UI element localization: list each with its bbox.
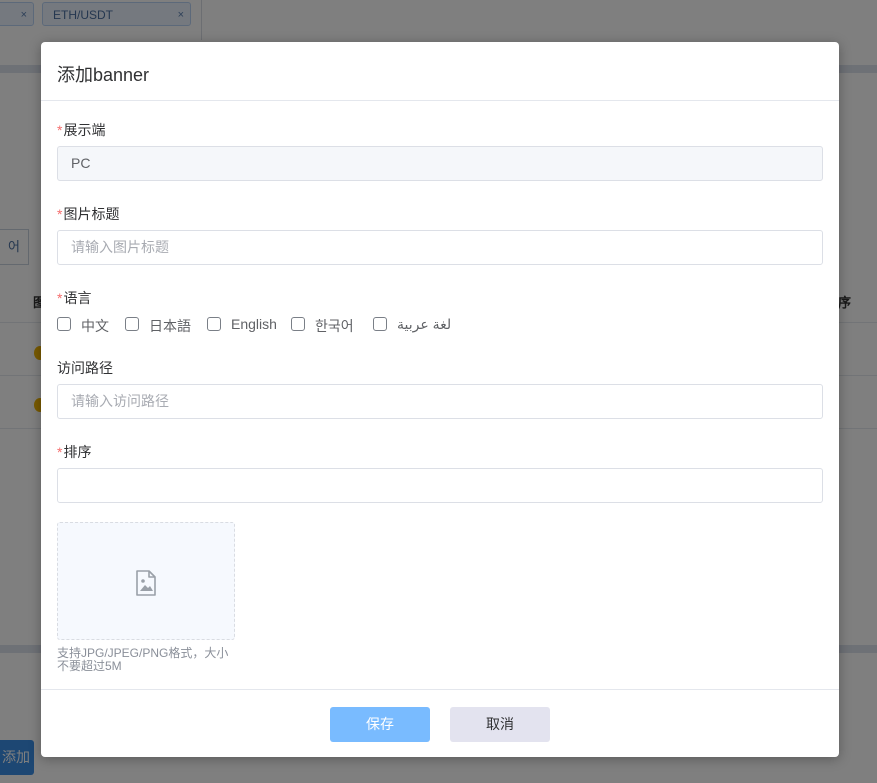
image-title-input[interactable]: 请输入图片标题 xyxy=(57,230,823,265)
platform-value: PC xyxy=(71,155,91,171)
required-mark: * xyxy=(57,444,63,460)
dialog-title: 添加banner xyxy=(57,65,150,85)
checkbox-label: English xyxy=(231,316,277,332)
required-mark: * xyxy=(57,122,63,138)
image-title-label-text: 图片标题 xyxy=(63,206,120,222)
path-label: 访问路径 xyxy=(57,358,113,378)
checkbox-label: 한국어 xyxy=(315,318,354,334)
language-label-text: 语言 xyxy=(63,290,92,306)
checkbox-icon[interactable] xyxy=(291,317,305,331)
image-title-placeholder: 请输入图片标题 xyxy=(71,239,169,255)
save-button[interactable]: 保存 xyxy=(330,707,430,742)
platform-input: PC xyxy=(57,146,823,181)
path-placeholder: 请输入访问路径 xyxy=(71,393,169,409)
dialog-footer: 保存 取消 xyxy=(41,689,839,758)
platform-label-text: 展示端 xyxy=(63,122,106,138)
checkbox-icon[interactable] xyxy=(373,317,387,331)
upload-tip: 支持JPG/JPEG/PNG格式，大小不要超过5M xyxy=(57,646,229,673)
sort-label-text: 排序 xyxy=(63,444,92,460)
sort-input[interactable] xyxy=(57,468,823,503)
checkbox-icon[interactable] xyxy=(207,317,221,331)
required-mark: * xyxy=(57,206,63,222)
required-mark: * xyxy=(57,290,63,306)
platform-label: *展示端 xyxy=(57,120,105,140)
path-label-text: 访问路径 xyxy=(57,360,113,376)
dialog-header: 添加banner xyxy=(41,42,839,101)
image-upload-area[interactable] xyxy=(57,522,235,640)
image-icon xyxy=(136,570,156,596)
checkbox-label: 中文 xyxy=(81,318,109,334)
checkbox-label: 日本語 xyxy=(149,318,191,334)
path-input[interactable]: 请输入访问路径 xyxy=(57,384,823,419)
checkbox-icon[interactable] xyxy=(57,317,71,331)
add-banner-dialog: 添加banner *展示端 PC *图片标题 请输入图片标题 *语言 中文 日本… xyxy=(41,42,839,757)
checkbox-icon[interactable] xyxy=(125,317,139,331)
language-label: *语言 xyxy=(57,288,91,308)
image-title-label: *图片标题 xyxy=(57,204,119,224)
checkbox-label: لغة عربية xyxy=(397,316,452,332)
cancel-button[interactable]: 取消 xyxy=(450,707,550,742)
sort-label: *排序 xyxy=(57,442,91,462)
